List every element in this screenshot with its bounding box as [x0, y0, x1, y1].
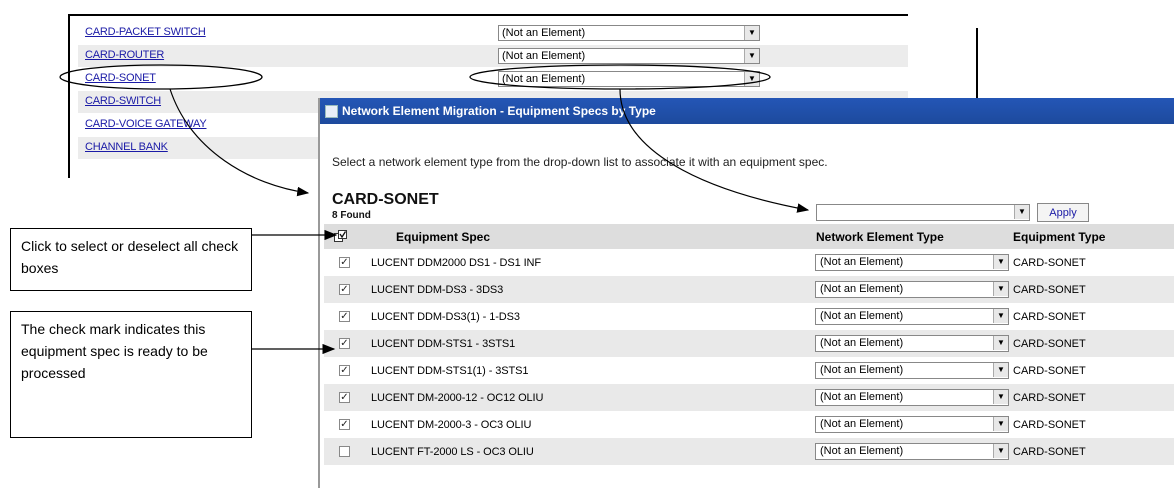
callout-check-mark: The check mark indicates this equipment … [10, 311, 252, 438]
chevron-down-icon[interactable]: ▼ [993, 336, 1008, 350]
column-header-network-element-type: Network Element Type [816, 230, 944, 244]
chevron-down-icon[interactable]: ▼ [993, 282, 1008, 296]
chevron-down-icon[interactable]: ▼ [993, 255, 1008, 269]
card-sonet-link[interactable]: CARD-SONET [85, 72, 156, 84]
row-checkbox[interactable]: ✓ [339, 284, 350, 295]
network-element-type-select[interactable]: (Not an Element) ▼ [815, 254, 1009, 271]
equipment-type: CARD-SONET [1013, 365, 1086, 377]
row-checkbox[interactable]: ✓ [339, 257, 350, 268]
table-row: ✓ LUCENT DDM2000 DS1 - DS1 INF (Not an E… [324, 249, 1174, 276]
equipment-spec-name: LUCENT DDM-DS3 - 3DS3 [371, 284, 504, 296]
equipment-type: CARD-SONET [1013, 392, 1086, 404]
network-element-type-select[interactable]: (Not an Element) ▼ [815, 389, 1009, 406]
chevron-down-icon[interactable]: ▼ [744, 72, 759, 86]
card-router-link[interactable]: CARD-ROUTER [85, 49, 164, 61]
window-icon [325, 105, 338, 118]
chevron-down-icon[interactable]: ▼ [993, 444, 1008, 458]
window-titlebar[interactable]: Network Element Migration - Equipment Sp… [320, 98, 1174, 124]
chevron-down-icon[interactable]: ▼ [744, 26, 759, 40]
equipment-type: CARD-SONET [1013, 284, 1086, 296]
equipment-type: CARD-SONET [1013, 311, 1086, 323]
table-row: ✓ LUCENT DDM-DS3(1) - 1-DS3 (Not an Elem… [324, 303, 1174, 330]
equipment-type: CARD-SONET [1013, 446, 1086, 458]
bulk-network-element-type-select[interactable]: ▼ [816, 204, 1030, 221]
chevron-down-icon[interactable]: ▼ [744, 49, 759, 63]
card-voice-gateway-link[interactable]: CARD-VOICE GATEWAY [85, 118, 207, 130]
equipment-specs-window: Network Element Migration - Equipment Sp… [318, 98, 1174, 488]
table-row: ✓ LUCENT DDM-STS1 - 3STS1 (Not an Elemen… [324, 330, 1174, 357]
network-element-type-select[interactable]: (Not an Element) ▼ [815, 335, 1009, 352]
column-header-equipment-type: Equipment Type [1013, 230, 1106, 244]
apply-button[interactable]: Apply [1037, 203, 1089, 222]
chevron-down-icon[interactable]: ▼ [993, 417, 1008, 431]
list-item: CARD-PACKET SWITCH (Not an Element) ▼ [78, 22, 908, 44]
equipment-type: CARD-SONET [1013, 257, 1086, 269]
table-row: ✓ LUCENT DDM-STS1(1) - 3STS1 (Not an Ele… [324, 357, 1174, 384]
list-item: CARD-SONET (Not an Element) ▼ [78, 68, 908, 90]
table-row: ✓ LUCENT DM-2000-3 - OC3 OLIU (Not an El… [324, 411, 1174, 438]
equipment-type: CARD-SONET [1013, 338, 1086, 350]
row-checkbox[interactable]: ✓ [339, 392, 350, 403]
row-checkbox[interactable] [339, 446, 350, 457]
equipment-spec-name: LUCENT DM-2000-3 - OC3 OLIU [371, 419, 532, 431]
found-count: 8 Found [332, 210, 371, 221]
table-row: ✓ LUCENT DDM-DS3 - 3DS3 (Not an Element)… [324, 276, 1174, 303]
network-element-type-select[interactable]: (Not an Element) ▼ [815, 443, 1009, 460]
grid-header: Equipment Spec Network Element Type Equi… [324, 224, 1174, 249]
card-switch-link[interactable]: CARD-SWITCH [85, 95, 161, 107]
network-element-type-select[interactable]: (Not an Element) ▼ [815, 281, 1009, 298]
chevron-down-icon[interactable]: ▼ [993, 309, 1008, 323]
row-checkbox[interactable]: ✓ [339, 419, 350, 430]
row-checkbox[interactable]: ✓ [339, 365, 350, 376]
network-element-type-select[interactable]: (Not an Element) ▼ [815, 416, 1009, 433]
equipment-type: CARD-SONET [1013, 419, 1086, 431]
equipment-spec-name: LUCENT DDM-STS1(1) - 3STS1 [371, 365, 529, 377]
chevron-down-icon[interactable]: ▼ [993, 390, 1008, 404]
network-element-type-select[interactable]: (Not an Element) ▼ [498, 71, 760, 87]
section-title: CARD-SONET [332, 191, 439, 208]
card-packet-switch-link[interactable]: CARD-PACKET SWITCH [85, 26, 206, 38]
network-element-type-select[interactable]: (Not an Element) ▼ [815, 308, 1009, 325]
table-row: ✓ LUCENT DM-2000-12 - OC12 OLIU (Not an … [324, 384, 1174, 411]
equipment-spec-name: LUCENT FT-2000 LS - OC3 OLIU [371, 446, 534, 458]
select-all-icon[interactable] [334, 230, 347, 242]
column-header-equipment-spec: Equipment Spec [396, 230, 491, 244]
list-item: CARD-ROUTER (Not an Element) ▼ [78, 45, 908, 67]
network-element-type-select[interactable]: (Not an Element) ▼ [498, 25, 760, 41]
channel-bank-link[interactable]: CHANNEL BANK [85, 141, 168, 153]
network-element-type-select[interactable]: (Not an Element) ▼ [815, 362, 1009, 379]
equipment-spec-name: LUCENT DDM-STS1 - 3STS1 [371, 338, 516, 350]
callout-select-all: Click to select or deselect all check bo… [10, 228, 252, 291]
equipment-spec-name: LUCENT DM-2000-12 - OC12 OLIU [371, 392, 544, 404]
row-checkbox[interactable]: ✓ [339, 311, 350, 322]
equipment-spec-name: LUCENT DDM2000 DS1 - DS1 INF [371, 257, 541, 269]
row-checkbox[interactable]: ✓ [339, 338, 350, 349]
network-element-type-select[interactable]: (Not an Element) ▼ [498, 48, 760, 64]
window-title: Network Element Migration - Equipment Sp… [342, 104, 656, 118]
equipment-spec-name: LUCENT DDM-DS3(1) - 1-DS3 [371, 311, 520, 323]
instruction-text: Select a network element type from the d… [332, 155, 828, 169]
chevron-down-icon[interactable]: ▼ [993, 363, 1008, 377]
chevron-down-icon[interactable]: ▼ [1014, 205, 1029, 219]
table-row: LUCENT FT-2000 LS - OC3 OLIU (Not an Ele… [324, 438, 1174, 465]
